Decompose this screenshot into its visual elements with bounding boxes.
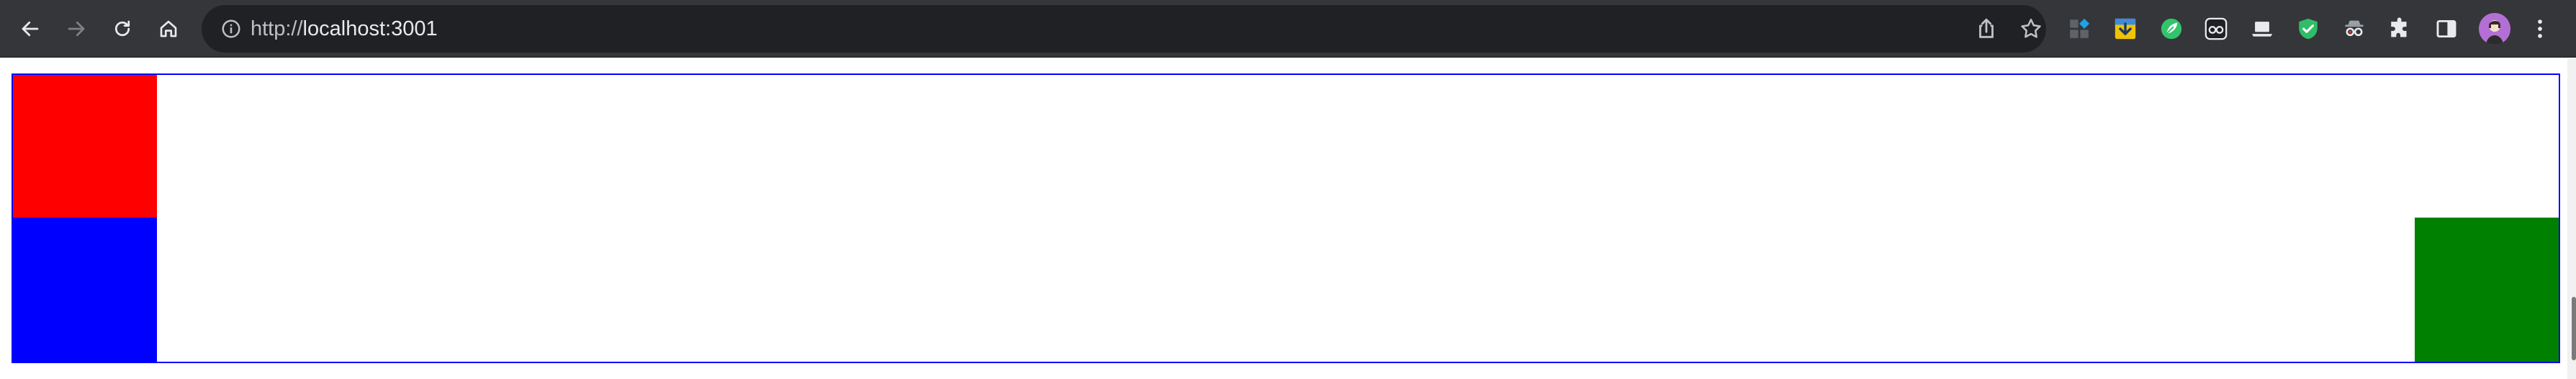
grid-extension-button[interactable]: [2065, 14, 2094, 43]
home-icon: [160, 20, 177, 37]
glasses-extension-icon: [2205, 17, 2228, 40]
leaf-extension-icon: [2161, 18, 2182, 40]
arrow-left-icon: [22, 21, 39, 37]
red-box: [13, 75, 157, 219]
browser-toolbar: http://localhost:3001: [0, 0, 2576, 58]
puzzle-icon: [2391, 17, 2407, 37]
reload-icon: [114, 20, 130, 37]
back-button[interactable]: [13, 12, 48, 46]
url-text[interactable]: http://localhost:3001: [251, 5, 438, 53]
kebab-menu-icon: [2538, 19, 2542, 38]
download-extension-icon: [2115, 18, 2136, 40]
spy-extension-icon: [2345, 20, 2364, 37]
star-icon[interactable]: [2019, 17, 2043, 41]
extensions-button[interactable]: [2386, 14, 2415, 43]
url-host: localhost: [302, 17, 386, 40]
glasses-extension-button[interactable]: [2202, 14, 2230, 43]
forward-button[interactable]: [59, 12, 94, 46]
laptop-extension-icon: [2251, 22, 2273, 37]
avatar-icon: [2479, 13, 2510, 45]
info-icon[interactable]: [220, 18, 242, 40]
laptop-extension-button[interactable]: [2248, 14, 2276, 43]
spy-extension-button[interactable]: [2340, 14, 2369, 43]
side-panel-button[interactable]: [2432, 14, 2461, 43]
url-port: :3001: [385, 17, 438, 40]
green-box: [2415, 218, 2559, 362]
address-bar[interactable]: http://localhost:3001: [202, 5, 2046, 53]
shield-extension-icon: [2299, 18, 2318, 40]
reload-button[interactable]: [105, 12, 140, 46]
leaf-extension-button[interactable]: [2157, 14, 2186, 43]
share-icon[interactable]: [1974, 17, 1999, 41]
bordered-container: [12, 73, 2560, 363]
url-scheme: http://: [251, 17, 303, 40]
download-extension-button[interactable]: [2111, 14, 2140, 43]
side-panel-icon: [2436, 19, 2456, 38]
shield-extension-button[interactable]: [2294, 14, 2323, 43]
browser-menu-button[interactable]: [2526, 14, 2554, 43]
grid-extension-icon: [2070, 18, 2090, 38]
blue-box: [13, 218, 157, 362]
scrollbar-thumb[interactable]: [2572, 297, 2576, 360]
profile-avatar[interactable]: [2479, 13, 2510, 45]
arrow-right-icon: [68, 21, 85, 37]
home-button[interactable]: [151, 12, 186, 46]
page-viewport: [0, 59, 2567, 379]
